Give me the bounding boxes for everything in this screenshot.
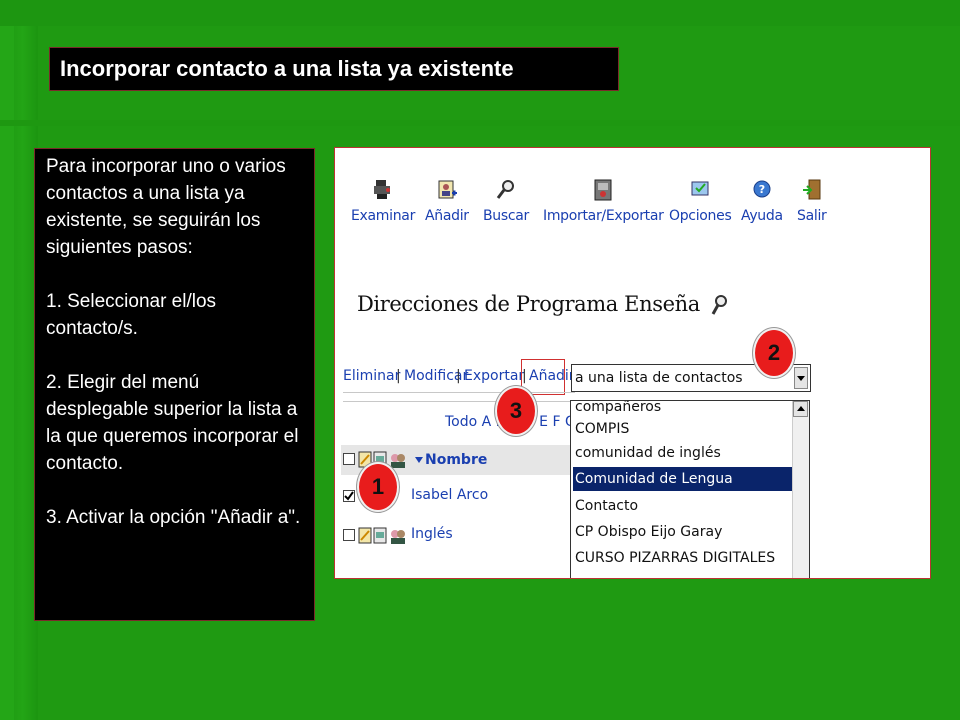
toolbar-buscar[interactable]: Buscar (483, 178, 529, 224)
nombre-column-header[interactable]: Nombre (425, 452, 487, 468)
contact-name[interactable]: Isabel Arco (411, 487, 488, 503)
select-all-checkbox[interactable] (343, 453, 355, 465)
toolbar-opciones[interactable]: Opciones (669, 178, 732, 224)
separator: | (456, 368, 461, 384)
list-select-value: a una lista de contactos (575, 370, 743, 386)
exportar-link[interactable]: Exportar (464, 368, 524, 384)
scroll-up-icon[interactable] (793, 401, 808, 417)
contact-checkbox[interactable] (343, 490, 355, 502)
dropdown-option[interactable]: CP Obispo Eijo Garay (573, 520, 795, 544)
instructions-step-1: 1. Seleccionar el/los contacto/s. (46, 291, 217, 339)
contact-name[interactable]: Inglés (411, 526, 453, 542)
page-title: Direcciones de Programa Enseña (357, 292, 728, 318)
search-icon (496, 180, 514, 199)
options-icon (691, 181, 709, 196)
step-marker-1: 1 (357, 462, 399, 512)
add-icon (438, 180, 457, 199)
app-screenshot: Examinar Añadir Buscar Importar/Exportar (334, 147, 931, 579)
toolbar-salir[interactable]: Salir (797, 178, 827, 224)
list-dropdown[interactable]: compañeros COMPIS comunidad de inglés Co… (570, 400, 810, 578)
instructions-box: Para incorporar uno o varios contactos a… (34, 148, 315, 621)
instructions-intro: Para incorporar uno o varios contactos a… (46, 156, 286, 258)
toolbar-examinar[interactable]: Examinar (351, 178, 415, 224)
magnifier-icon (711, 294, 728, 315)
dropdown-option-selected[interactable]: Comunidad de Lengua (573, 467, 795, 491)
toolbar-ayuda[interactable]: ? Ayuda (741, 178, 783, 224)
separator: | (396, 368, 401, 384)
toolbar-anadir[interactable]: Añadir (425, 178, 469, 224)
divider (343, 401, 575, 402)
contact-checkbox[interactable] (343, 529, 355, 541)
instructions-step-3: 3. Activar la opción "Añadir a". (46, 507, 301, 528)
exit-icon (802, 179, 821, 200)
slide-title: Incorporar contacto a una lista ya exist… (49, 47, 619, 91)
divider (343, 392, 575, 393)
dropdown-option[interactable]: Contacto (573, 494, 795, 518)
instructions-step-2: 2. Elegir del menú desplegable superior … (46, 372, 299, 474)
chevron-down-icon[interactable] (794, 367, 808, 389)
contact-row[interactable]: Inglés (341, 522, 573, 550)
eliminar-link[interactable]: Eliminar (343, 368, 400, 384)
dropdown-option[interactable]: comunidad de inglés (573, 441, 795, 465)
examine-icon (374, 180, 391, 199)
dropdown-scrollbar[interactable] (792, 401, 809, 578)
step-marker-3: 3 (495, 386, 537, 436)
step-marker-2: 2 (753, 328, 795, 378)
svg-text:?: ? (759, 183, 765, 196)
dropdown-option[interactable]: CURSO PIZARRAS DIGITALES (573, 546, 795, 570)
toolbar-importar-exportar[interactable]: Importar/Exportar (543, 178, 664, 224)
row-icons (358, 527, 405, 544)
help-icon: ? (753, 180, 771, 198)
import-export-icon (594, 179, 612, 201)
dropdown-option[interactable]: COMPIS (573, 417, 795, 441)
sort-icon[interactable] (415, 457, 423, 463)
